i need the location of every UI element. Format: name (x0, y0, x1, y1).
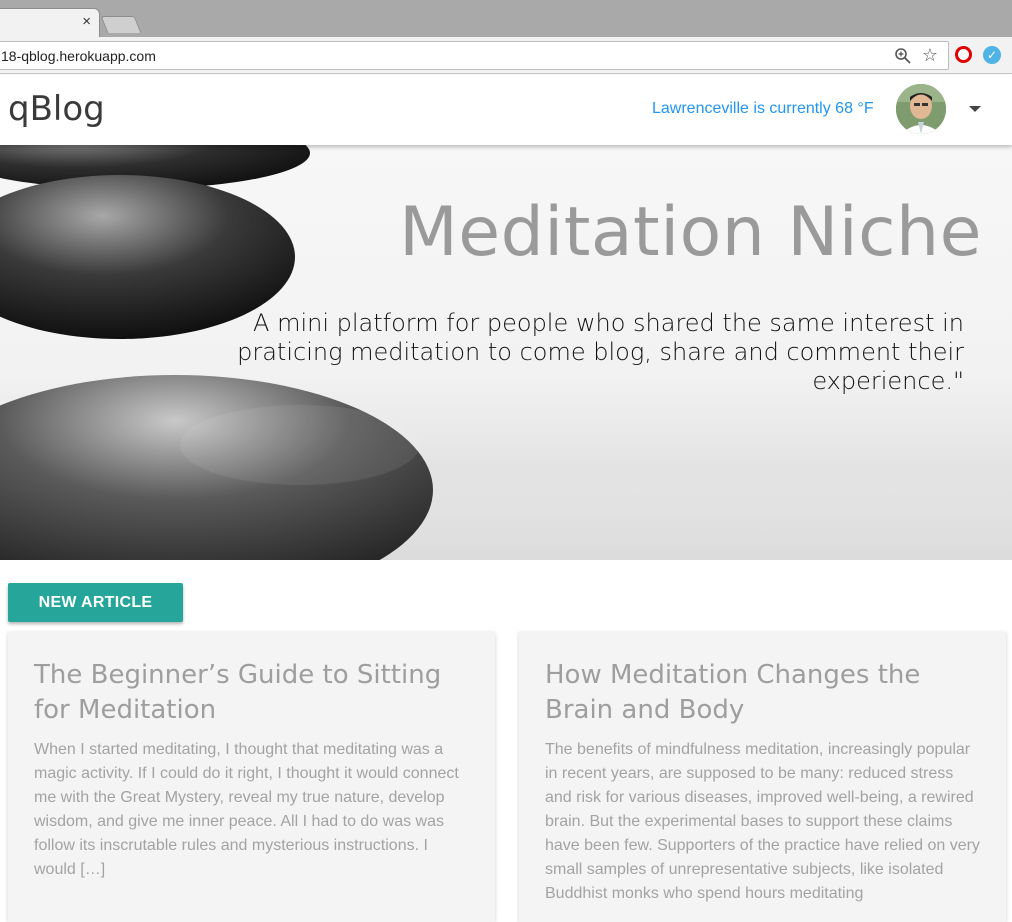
hero-title: Meditation Niche (399, 193, 982, 272)
brand-logo[interactable]: qBlog (8, 89, 105, 129)
address-bar[interactable]: 18-qblog.herokuapp.com ☆ (0, 41, 949, 70)
bookmark-star-icon[interactable]: ☆ (922, 45, 938, 66)
article-excerpt: The benefits of mindfulness meditation, … (545, 741, 980, 902)
article-card[interactable]: How Meditation Changes the Brain and Bod… (519, 632, 1006, 922)
article-card[interactable]: The Beginner’s Guide to Sitting for Medi… (8, 632, 495, 922)
browser-tab[interactable]: × (0, 8, 100, 37)
article-excerpt: When I started meditating, I thought tha… (34, 741, 459, 878)
browser-toolbar: 18-qblog.herokuapp.com ☆ (0, 37, 1012, 74)
browser-tabstrip: × (0, 0, 1012, 37)
app-header: qBlog Lawrenceville is currently 68 °F (0, 75, 1012, 145)
avatar[interactable] (896, 84, 946, 134)
article-title[interactable]: The Beginner’s Guide to Sitting for Medi… (34, 658, 469, 728)
url-text: 18-qblog.herokuapp.com (1, 48, 156, 64)
close-tab-icon[interactable]: × (82, 14, 91, 30)
user-avatar-image (896, 84, 946, 134)
extension-icon[interactable]: ✓ (983, 46, 1001, 64)
article-title[interactable]: How Meditation Changes the Brain and Bod… (545, 658, 980, 728)
hero-banner: Meditation Niche A mini platform for peo… (0, 145, 1012, 560)
weather-status: Lawrenceville is currently 68 °F (652, 100, 874, 117)
new-tab-button[interactable] (100, 16, 142, 33)
hero-subtitle: A mini platform for people who shared th… (237, 309, 964, 395)
zoom-icon[interactable] (894, 47, 912, 65)
account-menu-dropdown-icon[interactable] (969, 106, 981, 112)
new-article-button[interactable]: NEW ARTICLE (8, 583, 183, 622)
opera-extension-icon[interactable] (955, 46, 972, 63)
